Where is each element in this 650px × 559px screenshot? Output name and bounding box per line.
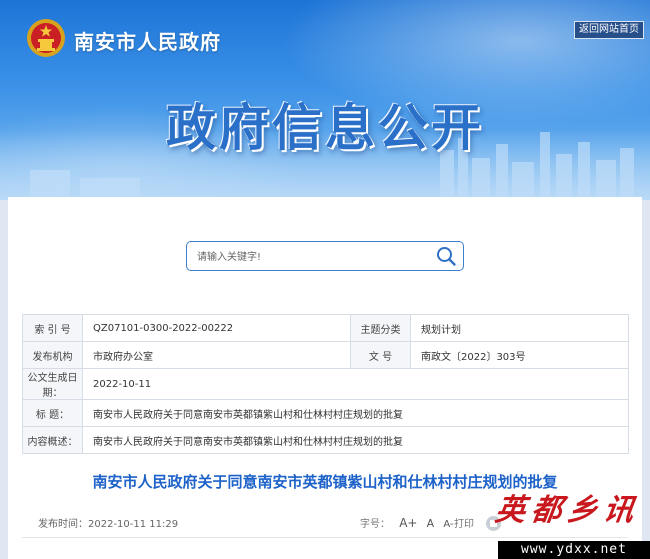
category-label: 主题分类 [350,314,411,342]
table-row: 公文生成日期： 2022-10-11 [22,368,629,400]
document-number-label: 文 号 [350,341,411,369]
table-row: 索 引 号 QZ07101-0300-2022-00222 主题分类 规划计划 [22,314,629,342]
font-size-label: 字号： [360,519,390,530]
table-row: 标 题： 南安市人民政府关于同意南安市英都镇紫山村和仕林村村庄规划的批复 [22,399,629,427]
watermark-url: www.ydxx.net [498,541,650,559]
index-number-value: QZ07101-0300-2022-00222 [82,314,351,342]
watermark-logo: 英都乡讯 [493,493,642,528]
font-size-decrease-button[interactable]: A- [443,519,453,530]
home-link[interactable]: 返回网站首页 [574,21,644,39]
publish-time: 发布时间：2022-10-11 11:29 [38,519,179,530]
title-value: 南安市人民政府关于同意南安市英都镇紫山村和仕林村村庄规划的批复 [82,399,629,427]
divider [22,537,628,538]
national-emblem-icon [27,19,65,57]
search-icon [437,247,456,266]
summary-value: 南安市人民政府关于同意南安市英都镇紫山村和仕林村村庄规划的批复 [82,426,629,454]
document-date-label: 公文生成日期： [22,368,83,400]
font-size-controls: 字号： A+ A A- [360,515,454,530]
site-name: 南安市人民政府 [74,30,221,54]
publisher-value: 市政府办公室 [82,341,351,369]
document-date-value: 2022-10-11 [82,368,629,400]
search-button[interactable] [435,245,457,267]
print-button[interactable]: 打印 [454,515,474,530]
document-info-table: 索 引 号 QZ07101-0300-2022-00222 主题分类 规划计划 … [22,314,629,454]
index-number-label: 索 引 号 [22,314,83,342]
font-size-normal-button[interactable]: A [427,517,435,530]
font-size-increase-button[interactable]: A+ [399,516,417,530]
document-number-value: 南政文〔2022〕303号 [410,341,629,369]
publisher-label: 发布机构 [22,341,83,369]
category-value: 规划计划 [410,314,629,342]
table-row: 发布机构 市政府办公室 文 号 南政文〔2022〕303号 [22,341,629,369]
search-input[interactable] [195,246,429,268]
summary-label: 内容概述： [22,426,83,454]
title-label: 标 题： [22,399,83,427]
banner-title: 政府信息公开 [166,99,484,157]
header-banner: 南安市人民政府 返回网站首页 政府信息公开 [0,0,650,200]
search-box [186,241,464,271]
table-row: 内容概述： 南安市人民政府关于同意南安市英都镇紫山村和仕林村村庄规划的批复 [22,426,629,454]
